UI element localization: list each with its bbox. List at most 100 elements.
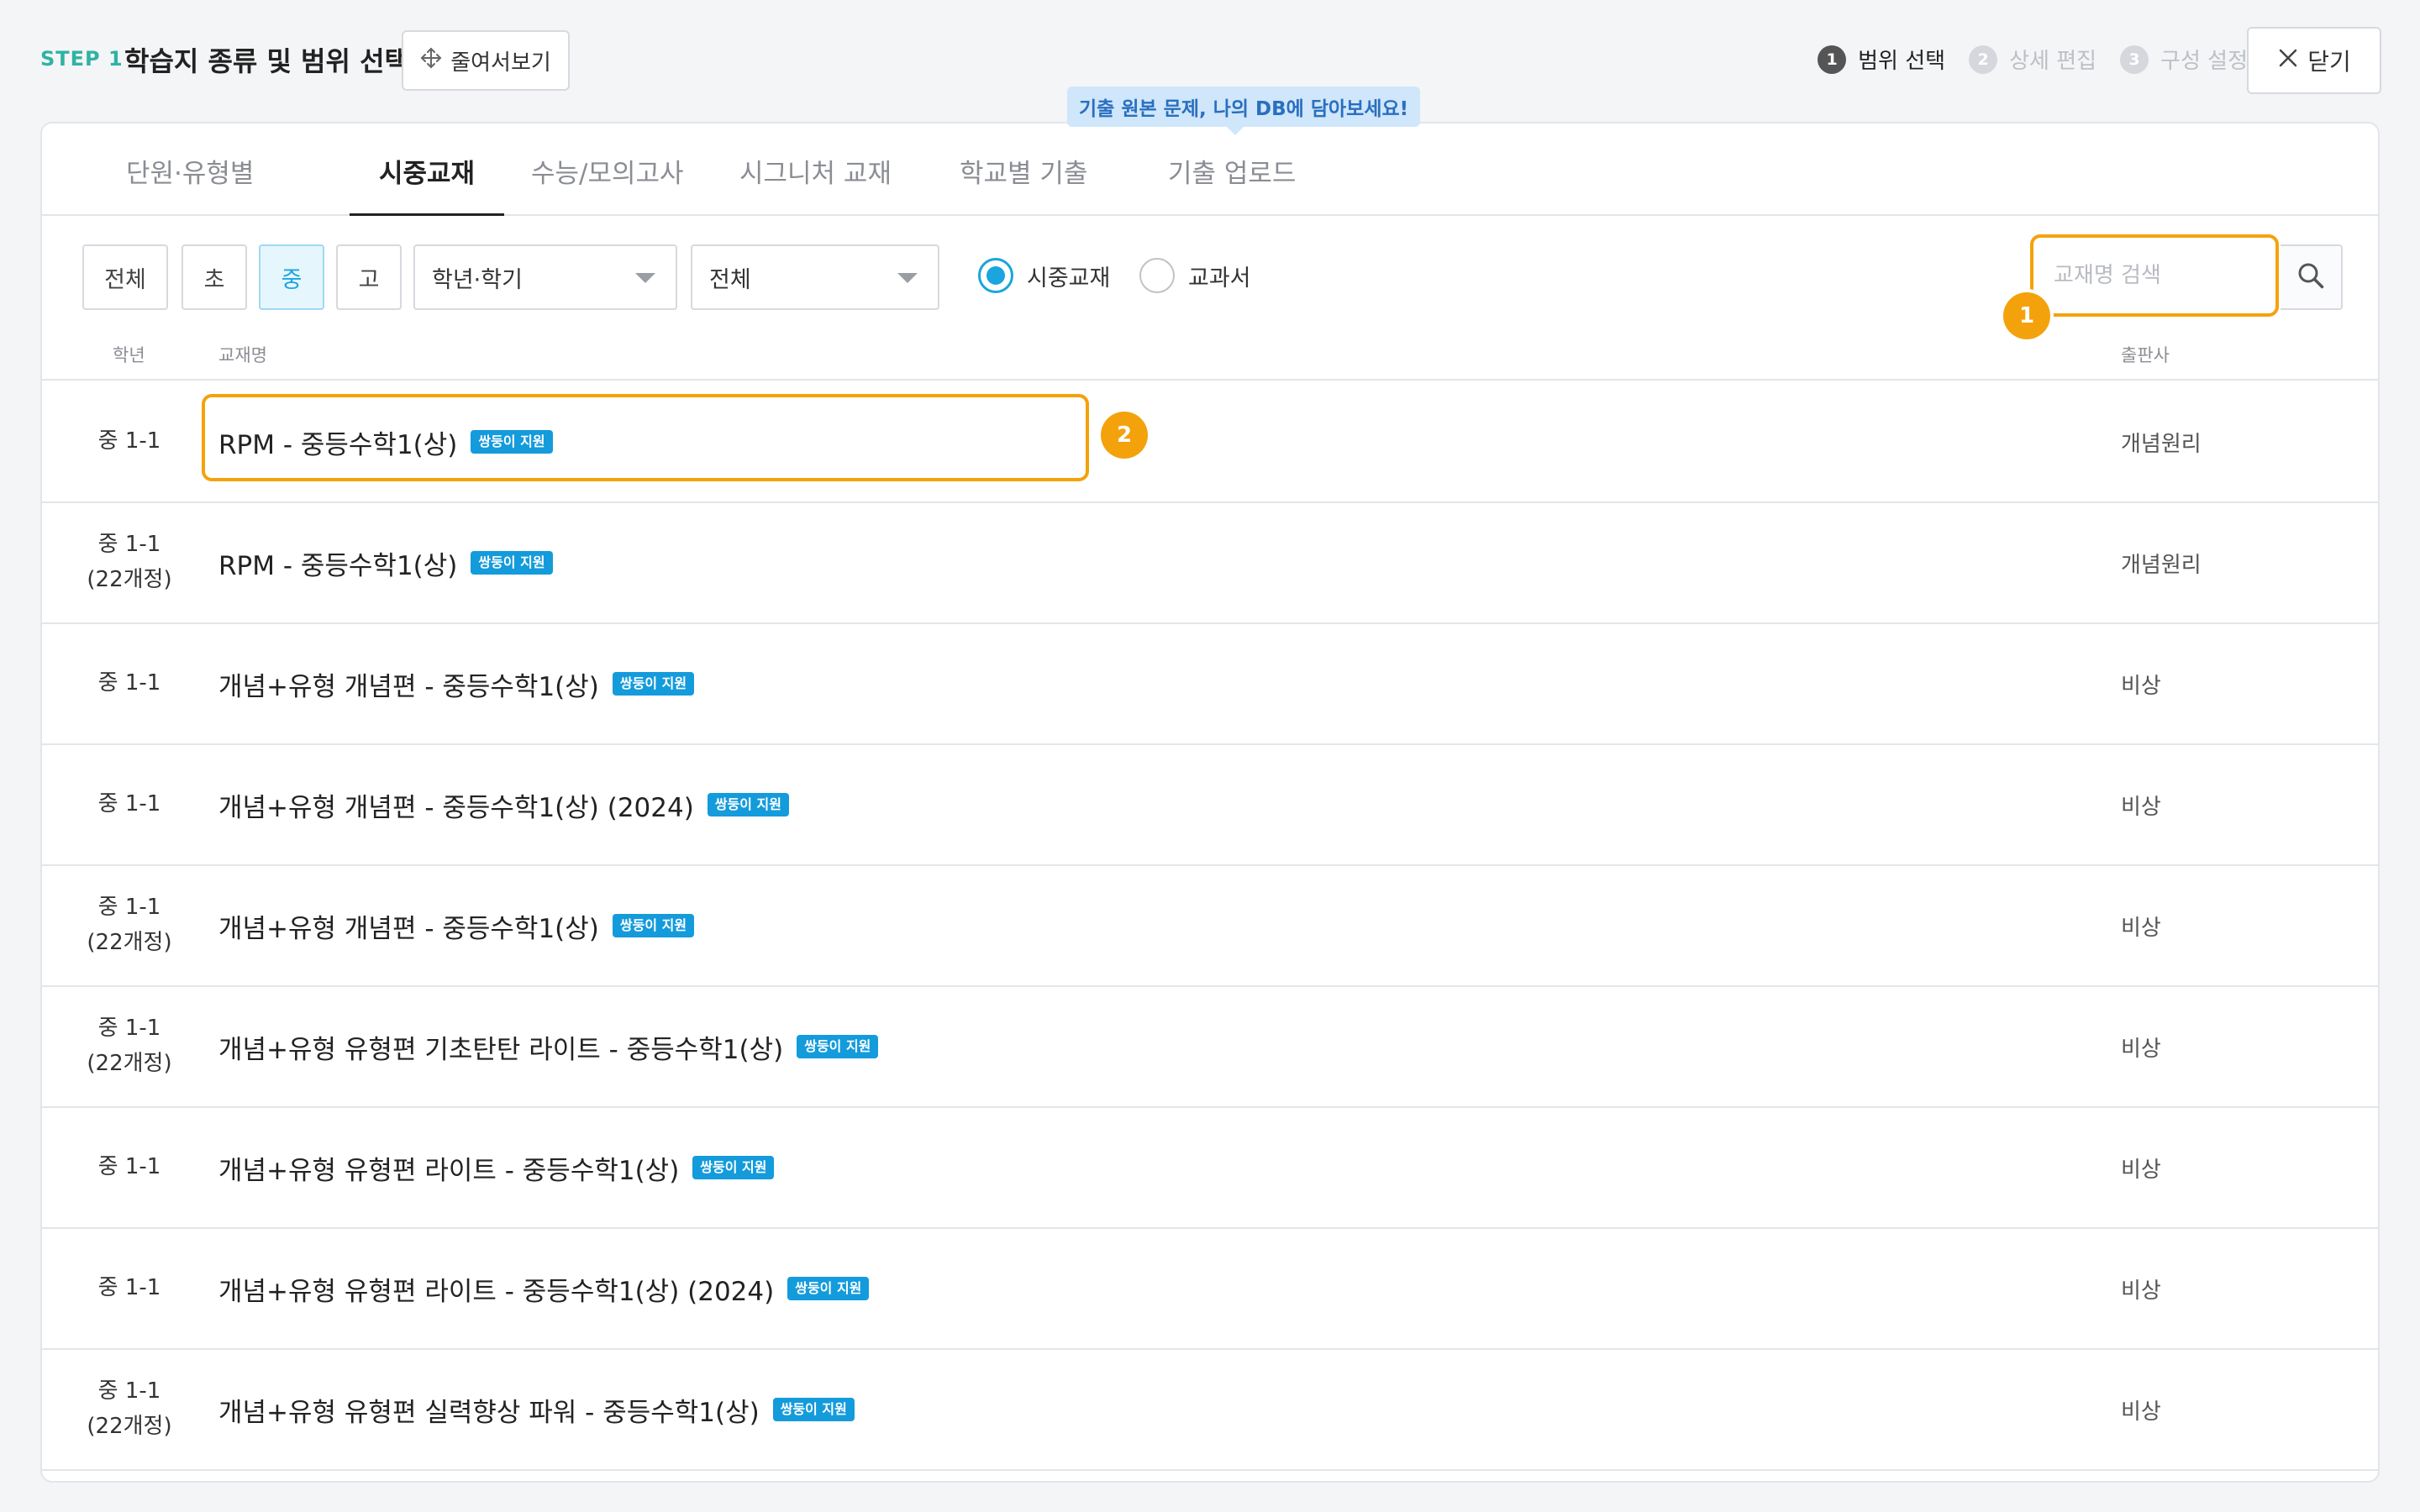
- row-publisher: 비상: [2121, 1036, 2161, 1062]
- tab-exam-upload[interactable]: 기출 업로드: [1168, 152, 1296, 216]
- tab-unit-type[interactable]: 단원·유형별: [126, 152, 254, 216]
- upload-tooltip: 기출 원본 문제, 나의 DB에 담아보세요!: [1067, 87, 1421, 135]
- step-3: 3 구성 설정: [2120, 44, 2248, 75]
- book-title: RPM - 중등수학1(상): [218, 429, 458, 460]
- row-publisher: 비상: [2121, 673, 2161, 699]
- book-title: 개념+유형 유형편 라이트 - 중등수학1(상) (2024): [218, 1276, 775, 1307]
- row-grade: 중 1-1: [42, 1108, 217, 1227]
- grade-text: 중 1-1: [97, 532, 161, 558]
- step-number: 3: [2120, 45, 2149, 74]
- table-row[interactable]: 중 1-1 (22개정) RPM - 중등수학1(상) 쌍둥이 지원 개념원리: [42, 503, 2378, 624]
- grade-semester-value: 학년·학기: [432, 266, 523, 293]
- level-chip-middle[interactable]: 중: [259, 244, 324, 310]
- step-number: 1: [1818, 45, 1847, 74]
- tab-signature-books[interactable]: 시그니처 교재: [739, 152, 892, 216]
- level-chip-all[interactable]: 전체: [82, 244, 168, 310]
- book-title: 개념+유형 유형편 라이트 - 중등수학1(상): [218, 1155, 680, 1186]
- search-icon: [2296, 261, 2325, 293]
- radio-label: 시중교재: [1027, 265, 1111, 291]
- grade-text: 중 1-1: [97, 1378, 161, 1404]
- tab-school-exams[interactable]: 학교별 기출: [960, 152, 1087, 216]
- table-row[interactable]: 중 1-1 개념+유형 유형편 라이트 - 중등수학1(상) (2024) 쌍둥이…: [42, 1229, 2378, 1350]
- row-book: 개념+유형 유형편 기초탄탄 라이트 - 중등수학1(상) 쌍둥이 지원: [218, 987, 879, 1106]
- grade-text: 중 1-1: [97, 1016, 161, 1042]
- grade-text: 중 1-1: [97, 428, 161, 454]
- book-title: 개념+유형 개념편 - 중등수학1(상): [218, 671, 599, 702]
- chevron-down-icon: [635, 273, 655, 283]
- grade-semester-select[interactable]: 학년·학기: [413, 244, 677, 310]
- publisher-select[interactable]: 전체: [691, 244, 939, 310]
- step-label: STEP 1: [40, 47, 124, 71]
- row-grade: 중 1-1: [42, 624, 217, 743]
- row-grade: 중 1-1 (22개정): [42, 987, 217, 1106]
- grade-sub: (22개정): [87, 567, 172, 592]
- search-input[interactable]: [2042, 244, 2267, 307]
- step-number: 2: [1969, 45, 1998, 74]
- annotation-marker-1: 1: [2003, 292, 2050, 339]
- book-title: 개념+유형 개념편 - 중등수학1(상) (2024): [218, 792, 694, 823]
- step-indicator: 1 범위 선택 2 상세 편집 3 구성 설정: [1818, 44, 2248, 75]
- grade-text: 중 1-1: [97, 791, 161, 817]
- close-label: 닫기: [2307, 48, 2351, 76]
- page-title: 학습지 종류 및 범위 선택: [124, 45, 409, 77]
- grade-sub: (22개정): [87, 1051, 172, 1076]
- radio-button-checked[interactable]: [978, 258, 1013, 293]
- search-field: [2030, 234, 2279, 317]
- column-header-book: 교재명: [218, 345, 267, 365]
- row-book: 개념+유형 유형편 실력향상 파워 - 중등수학1(상) 쌍둥이 지원: [218, 1350, 855, 1469]
- close-button[interactable]: 닫기: [2247, 27, 2381, 94]
- row-grade: 중 1-1 (22개정): [42, 503, 217, 622]
- grade-sub: (22개정): [87, 1414, 172, 1439]
- book-title: 개념+유형 유형편 실력향상 파워 - 중등수학1(상): [218, 1397, 760, 1428]
- level-chip-elementary[interactable]: 초: [182, 244, 247, 310]
- twin-support-badge: 쌍둥이 지원: [787, 1277, 870, 1300]
- twin-support-badge: 쌍둥이 지원: [612, 914, 695, 937]
- row-publisher: 개념원리: [2121, 431, 2202, 457]
- book-title: 개념+유형 유형편 기초탄탄 라이트 - 중등수학1(상): [218, 1034, 784, 1065]
- column-header-grade: 학년: [113, 345, 145, 365]
- table-row[interactable]: 중 1-1 (22개정) 개념+유형 유형편 기초탄탄 라이트 - 중등수학1(상…: [42, 987, 2378, 1108]
- radio-textbook[interactable]: 교과서: [1139, 258, 1251, 293]
- table-row[interactable]: 중 1-1 개념+유형 유형편 라이트 - 중등수학1(상) 쌍둥이 지원 비상: [42, 1108, 2378, 1229]
- row-book: 개념+유형 개념편 - 중등수학1(상) 쌍둥이 지원: [218, 866, 695, 985]
- table-row[interactable]: 중 1-1 개념+유형 개념편 - 중등수학1(상) (2024) 쌍둥이 지원 …: [42, 745, 2378, 866]
- annotation-marker-2: 2: [1101, 412, 1148, 459]
- step-label-text: 범위 선택: [1858, 49, 1946, 74]
- radio-label: 교과서: [1188, 265, 1251, 291]
- twin-support-badge: 쌍둥이 지원: [612, 672, 695, 696]
- row-grade: 중 1-1: [42, 382, 217, 501]
- table-header: 학년 교재명 출판사: [42, 333, 2378, 381]
- radio-button[interactable]: [1139, 258, 1175, 293]
- row-book: 개념+유형 개념편 - 중등수학1(상) 쌍둥이 지원: [218, 624, 695, 743]
- twin-support-badge: 쌍둥이 지원: [772, 1398, 855, 1421]
- level-chip-high[interactable]: 고: [336, 244, 402, 310]
- chevron-down-icon: [897, 273, 918, 283]
- row-publisher: 개념원리: [2121, 552, 2202, 578]
- row-publisher: 비상: [2121, 1157, 2161, 1183]
- grade-sub: (22개정): [87, 930, 172, 955]
- radio-commercial[interactable]: 시중교재: [978, 258, 1110, 293]
- row-publisher: 비상: [2121, 1399, 2161, 1425]
- search-button[interactable]: [2281, 244, 2343, 310]
- twin-support-badge: 쌍둥이 지원: [471, 430, 553, 454]
- step-label-text: 상세 편집: [2009, 49, 2097, 74]
- row-book: 개념+유형 유형편 라이트 - 중등수학1(상) (2024) 쌍둥이 지원: [218, 1229, 870, 1348]
- table-row[interactable]: 중 1-1 (22개정) 개념+유형 개념편 - 중등수학1(상) 쌍둥이 지원 비…: [42, 866, 2378, 987]
- step-1: 1 범위 선택: [1818, 44, 1945, 75]
- tab-mock-exam[interactable]: 수능/모의고사: [531, 152, 684, 216]
- table-row[interactable]: 중 1-1 (22개정) 개념+유형 유형편 실력향상 파워 - 중등수학1(상)…: [42, 1350, 2378, 1471]
- table-row[interactable]: 중 1-1 RPM - 중등수학1(상) 쌍둥이 지원 개념원리: [42, 382, 2378, 503]
- grade-text: 중 1-1: [97, 1275, 161, 1301]
- step-label-text: 구성 설정: [2160, 49, 2248, 74]
- row-publisher: 비상: [2121, 794, 2161, 820]
- row-grade: 중 1-1 (22개정): [42, 1350, 217, 1469]
- twin-support-badge: 쌍둥이 지원: [692, 1156, 775, 1179]
- table-row[interactable]: 중 1-1 개념+유형 개념편 - 중등수학1(상) 쌍둥이 지원 비상: [42, 624, 2378, 745]
- preview-button[interactable]: 줄여서보기: [402, 30, 570, 91]
- row-book: RPM - 중등수학1(상) 쌍둥이 지원: [218, 503, 553, 622]
- publisher-value: 전체: [709, 266, 751, 293]
- row-book: RPM - 중등수학1(상) 쌍둥이 지원: [218, 382, 553, 501]
- close-icon: [2277, 47, 2299, 75]
- tab-commercial-books[interactable]: 시중교재: [350, 152, 504, 216]
- book-title: 개념+유형 개념편 - 중등수학1(상): [218, 913, 599, 944]
